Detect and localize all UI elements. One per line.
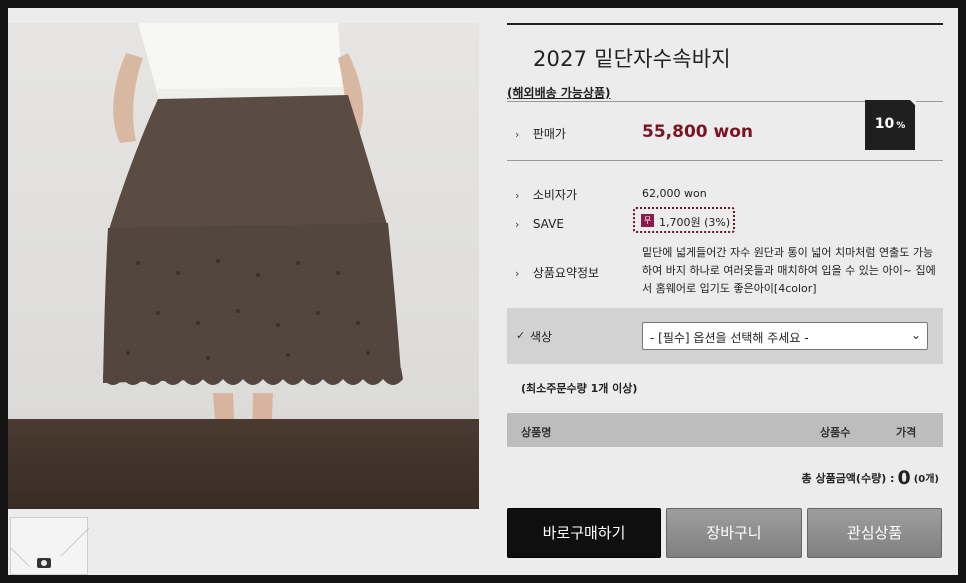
- summary-row: › 상품요약정보: [515, 264, 599, 281]
- total-amount-value: 0: [897, 467, 911, 489]
- chevron-down-icon: ⌄: [910, 328, 921, 342]
- save-info-box: 무 1,700원 (3%): [633, 207, 735, 233]
- sale-price-label: 판매가: [532, 127, 566, 141]
- total-label: 총 상품금액(수량) :: [801, 472, 895, 485]
- product-title: 2027 밑단자수속바지: [533, 47, 731, 71]
- sale-price-row: › 판매가: [515, 125, 566, 142]
- color-option-select[interactable]: - [필수] 옵션을 선택해 주세요 - ⌄: [642, 322, 928, 350]
- col-product-name: 상품명: [521, 426, 552, 439]
- discount-value: 10: [874, 116, 895, 132]
- color-option-row: ✓ 색상 - [필수] 옵션을 선택해 주세요 - ⌄: [507, 308, 943, 364]
- mileage-icon: 무: [641, 214, 654, 227]
- summary-text: 밑단에 넓게들어간 자수 원단과 통이 넓어 치마처럼 연출도 가능하여 바지 …: [642, 246, 936, 295]
- save-value: 1,700원 (3%): [659, 216, 731, 229]
- discount-badge: 10%: [865, 99, 916, 150]
- buy-now-button[interactable]: 바로구매하기: [507, 508, 661, 558]
- check-icon: ✓: [516, 329, 526, 342]
- product-image[interactable]: [8, 23, 479, 509]
- sale-price-value: 55,800 won: [642, 122, 754, 142]
- col-quantity: 상품수: [820, 426, 851, 439]
- divider: [507, 160, 943, 161]
- summary-label: 상품요약정보: [532, 266, 600, 280]
- chevron-right-icon: ›: [515, 128, 520, 141]
- order-table-header: 상품명 상품수 가격: [507, 413, 943, 447]
- chevron-right-icon: ›: [515, 267, 520, 280]
- wishlist-button[interactable]: 관심상품: [807, 508, 942, 558]
- add-to-cart-button[interactable]: 장바구니: [666, 508, 802, 558]
- consumer-price-label: 소비자가: [532, 188, 577, 202]
- select-value: - [필수] 옵션을 선택해 주세요 -: [650, 331, 809, 345]
- consumer-price-row: › 소비자가: [515, 186, 577, 203]
- camera-icon: [37, 558, 51, 568]
- overseas-shipping-note: (해외배송 가능상품): [507, 86, 611, 100]
- save-row: › SAVE: [515, 217, 564, 231]
- chevron-right-icon: ›: [515, 189, 520, 202]
- save-label: SAVE: [532, 217, 564, 231]
- total-count: (0개): [913, 474, 939, 485]
- chevron-right-icon: ›: [515, 218, 520, 231]
- discount-unit: %: [896, 121, 906, 131]
- floor: [8, 419, 479, 509]
- col-price: 가격: [896, 426, 917, 439]
- product-info-panel: 2027 밑단자수속바지 (해외배송 가능상품) › 판매가 55,800 wo…: [507, 23, 943, 575]
- total-amount: 총 상품금액(수량) :0 (0개): [802, 467, 940, 489]
- min-order-note: (최소주문수량 1개 이상): [521, 382, 638, 395]
- consumer-price-value: 62,000 won: [642, 187, 707, 200]
- color-option-label: 색상: [530, 330, 553, 344]
- product-page: 2027 밑단자수속바지 (해외배송 가능상품) › 판매가 55,800 wo…: [8, 8, 958, 575]
- thumbnail-image[interactable]: [10, 517, 89, 575]
- divider: [507, 23, 943, 25]
